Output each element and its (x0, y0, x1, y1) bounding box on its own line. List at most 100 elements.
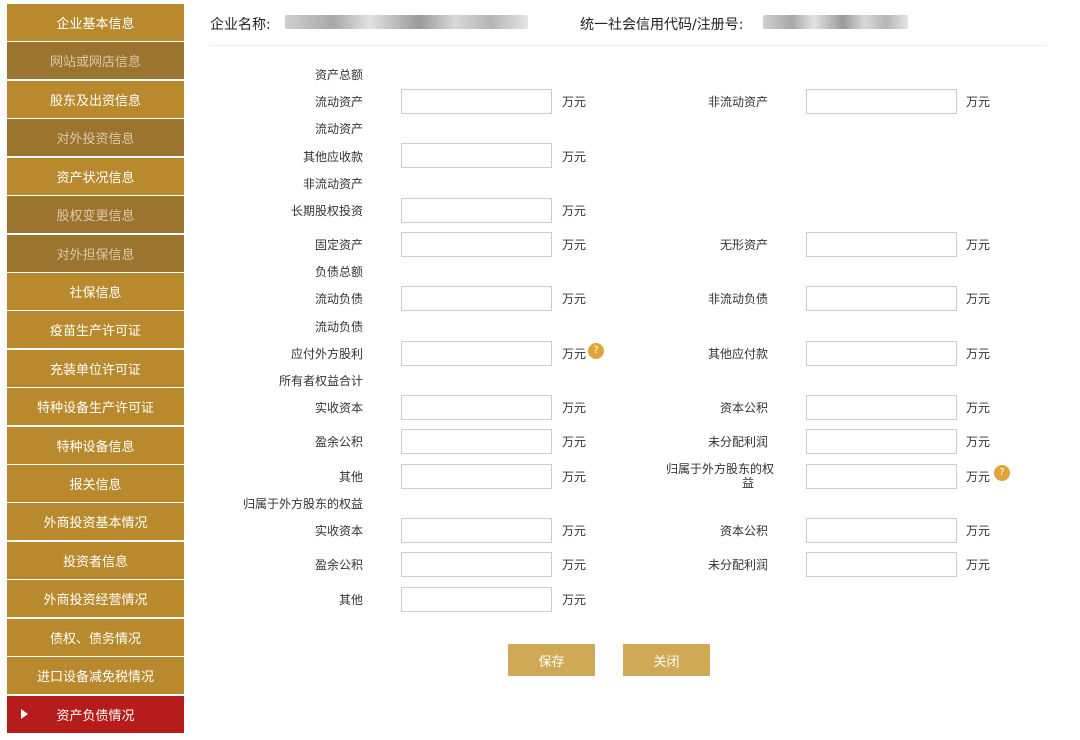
label-foreign-equity-line1: 归属于外方股东的权 (665, 462, 774, 476)
unit-label: 万元 (562, 558, 587, 572)
unit-label: 万元 (562, 150, 587, 164)
label-dividends-payable-foreign: 应付外方股利 (290, 347, 363, 361)
unit-label: 万元 (966, 524, 991, 538)
section-non-current-assets: 非流动资产 (302, 177, 363, 191)
foreign-capital-reserve-input[interactable] (806, 518, 957, 543)
close-button[interactable]: 关闭 (623, 644, 710, 676)
unit-label: 万元 (966, 435, 991, 449)
section-current-assets: 流动资产 (314, 122, 363, 136)
sidebar-item-external-guarantee[interactable]: 对外担保信息 (7, 234, 184, 272)
current-assets-input[interactable] (401, 89, 552, 114)
label-current-assets: 流动资产 (314, 95, 363, 109)
other-equity-input[interactable] (401, 464, 552, 489)
play-arrow-icon (21, 709, 28, 720)
sidebar-item-asset-status[interactable]: 资产状况信息 (7, 157, 184, 195)
label-foreign-equity: 归属于外方股东的权 益 (620, 462, 774, 490)
unit-label: 万元 (966, 238, 991, 252)
sidebar-item-equity-change[interactable]: 股权变更信息 (7, 196, 184, 234)
label-other: 其他 (338, 470, 363, 484)
credit-code-label: 统一社会信用代码/注册号: (580, 17, 744, 33)
other-payables-input[interactable] (806, 341, 957, 366)
section-total-liabilities: 负债总额 (314, 265, 363, 279)
fixed-assets-input[interactable] (401, 232, 552, 257)
company-name-label: 企业名称: (210, 17, 271, 33)
sidebar-item-basic-info[interactable]: 企业基本信息 (7, 4, 184, 41)
unit-label: 万元 (562, 470, 587, 484)
unit-label: 万元 (562, 204, 587, 218)
foreign-other-input[interactable] (401, 587, 552, 612)
unit-label: 万元 (562, 401, 587, 415)
label-long-term-equity-investment: 长期股权投资 (290, 204, 363, 218)
foreign-surplus-reserve-input[interactable] (401, 552, 552, 577)
label-paid-in-capital: 实收资本 (314, 401, 363, 415)
unit-label: 万元 (966, 292, 991, 306)
sidebar-item-outbound-investment[interactable]: 对外投资信息 (7, 119, 184, 157)
label-current-liabilities: 流动负债 (314, 292, 363, 306)
sidebar-item-filling-license[interactable]: 充装单位许可证 (7, 349, 184, 387)
unit-label: 万元 (966, 401, 991, 415)
label-surplus-reserve: 盈余公积 (314, 435, 363, 449)
surplus-reserve-input[interactable] (401, 429, 552, 454)
label-undistributed-profit: 未分配利润 (707, 435, 768, 449)
label-foreign-equity-line2: 益 (741, 476, 754, 490)
unit-label: 万元 (562, 593, 587, 607)
sidebar-item-social-security[interactable]: 社保信息 (7, 272, 184, 310)
label-capital-reserve: 资本公积 (719, 401, 768, 415)
unit-label: 万元 (562, 435, 587, 449)
current-liabilities-input[interactable] (401, 286, 552, 311)
sidebar-item-debt-info[interactable]: 债权、债务情况 (7, 618, 184, 656)
unit-label: 万元 (562, 238, 587, 252)
capital-reserve-input[interactable] (806, 395, 957, 420)
label-intangible-assets: 无形资产 (719, 238, 768, 252)
label-foreign-paid-in-capital: 实收资本 (314, 524, 363, 538)
unit-label: 万元 (562, 292, 587, 306)
dividends-payable-foreign-input[interactable] (401, 341, 552, 366)
label-foreign-undistributed-profit: 未分配利润 (707, 558, 768, 572)
intangible-assets-input[interactable] (806, 232, 957, 257)
paid-in-capital-input[interactable] (401, 395, 552, 420)
unit-label: 万元 (966, 347, 991, 361)
unit-label: 万元 (562, 524, 587, 538)
undistributed-profit-input[interactable] (806, 429, 957, 454)
non-current-assets-input[interactable] (806, 89, 957, 114)
sidebar-item-import-tax-exemption[interactable]: 进口设备减免税情况 (7, 657, 184, 695)
sidebar-item-special-equipment-info[interactable]: 特种设备信息 (7, 426, 184, 464)
section-total-assets: 资产总额 (314, 68, 363, 82)
label-foreign-surplus-reserve: 盈余公积 (314, 558, 363, 572)
sidebar-nav: 企业基本信息 网站或网店信息 股东及出资信息 对外投资信息 资产状况信息 股权变… (7, 4, 184, 734)
foreign-undistributed-profit-input[interactable] (806, 552, 957, 577)
long-term-equity-investment-input[interactable] (401, 198, 552, 223)
sidebar-item-special-equipment-license[interactable]: 特种设备生产许可证 (7, 388, 184, 426)
label-foreign-other: 其他 (338, 593, 363, 607)
non-current-liabilities-input[interactable] (806, 286, 957, 311)
other-receivables-input[interactable] (401, 143, 552, 168)
unit-label: 万元 (562, 95, 587, 109)
sidebar-item-balance-sheet[interactable]: 资产负债情况 (7, 695, 184, 733)
label-non-current-liabilities: 非流动负债 (707, 292, 768, 306)
unit-label: 万元 (966, 558, 991, 572)
sidebar-item-customs-info[interactable]: 报关信息 (7, 465, 184, 503)
section-foreign-equity: 归属于外方股东的权益 (242, 497, 363, 511)
help-icon[interactable]: ? (994, 465, 1010, 481)
sidebar-item-website-info[interactable]: 网站或网店信息 (7, 42, 184, 80)
section-current-liabilities: 流动负债 (314, 320, 363, 334)
help-icon[interactable]: ? (588, 343, 604, 359)
section-owners-equity: 所有者权益合计 (278, 374, 363, 388)
sidebar-item-vaccine-license[interactable]: 疫苗生产许可证 (7, 311, 184, 349)
company-name-redacted (285, 15, 528, 29)
sidebar-item-investor-info[interactable]: 投资者信息 (7, 541, 184, 579)
sidebar-item-label: 资产负债情况 (56, 708, 135, 724)
label-foreign-capital-reserve: 资本公积 (719, 524, 768, 538)
label-other-receivables: 其他应收款 (302, 150, 363, 164)
sidebar-item-shareholder-info[interactable]: 股东及出资信息 (7, 80, 184, 118)
foreign-equity-input[interactable] (806, 464, 957, 489)
unit-label: 万元 (966, 95, 991, 109)
page-header: 企业名称: 统一社会信用代码/注册号: (210, 10, 1046, 46)
unit-label: 万元 (966, 470, 991, 484)
sidebar-item-foreign-investment-operation[interactable]: 外商投资经营情况 (7, 580, 184, 618)
foreign-paid-in-capital-input[interactable] (401, 518, 552, 543)
unit-label: 万元 (562, 347, 587, 361)
save-button[interactable]: 保存 (508, 644, 595, 676)
sidebar-item-foreign-investment-basic[interactable]: 外商投资基本情况 (7, 503, 184, 541)
label-other-payables: 其他应付款 (707, 347, 768, 361)
